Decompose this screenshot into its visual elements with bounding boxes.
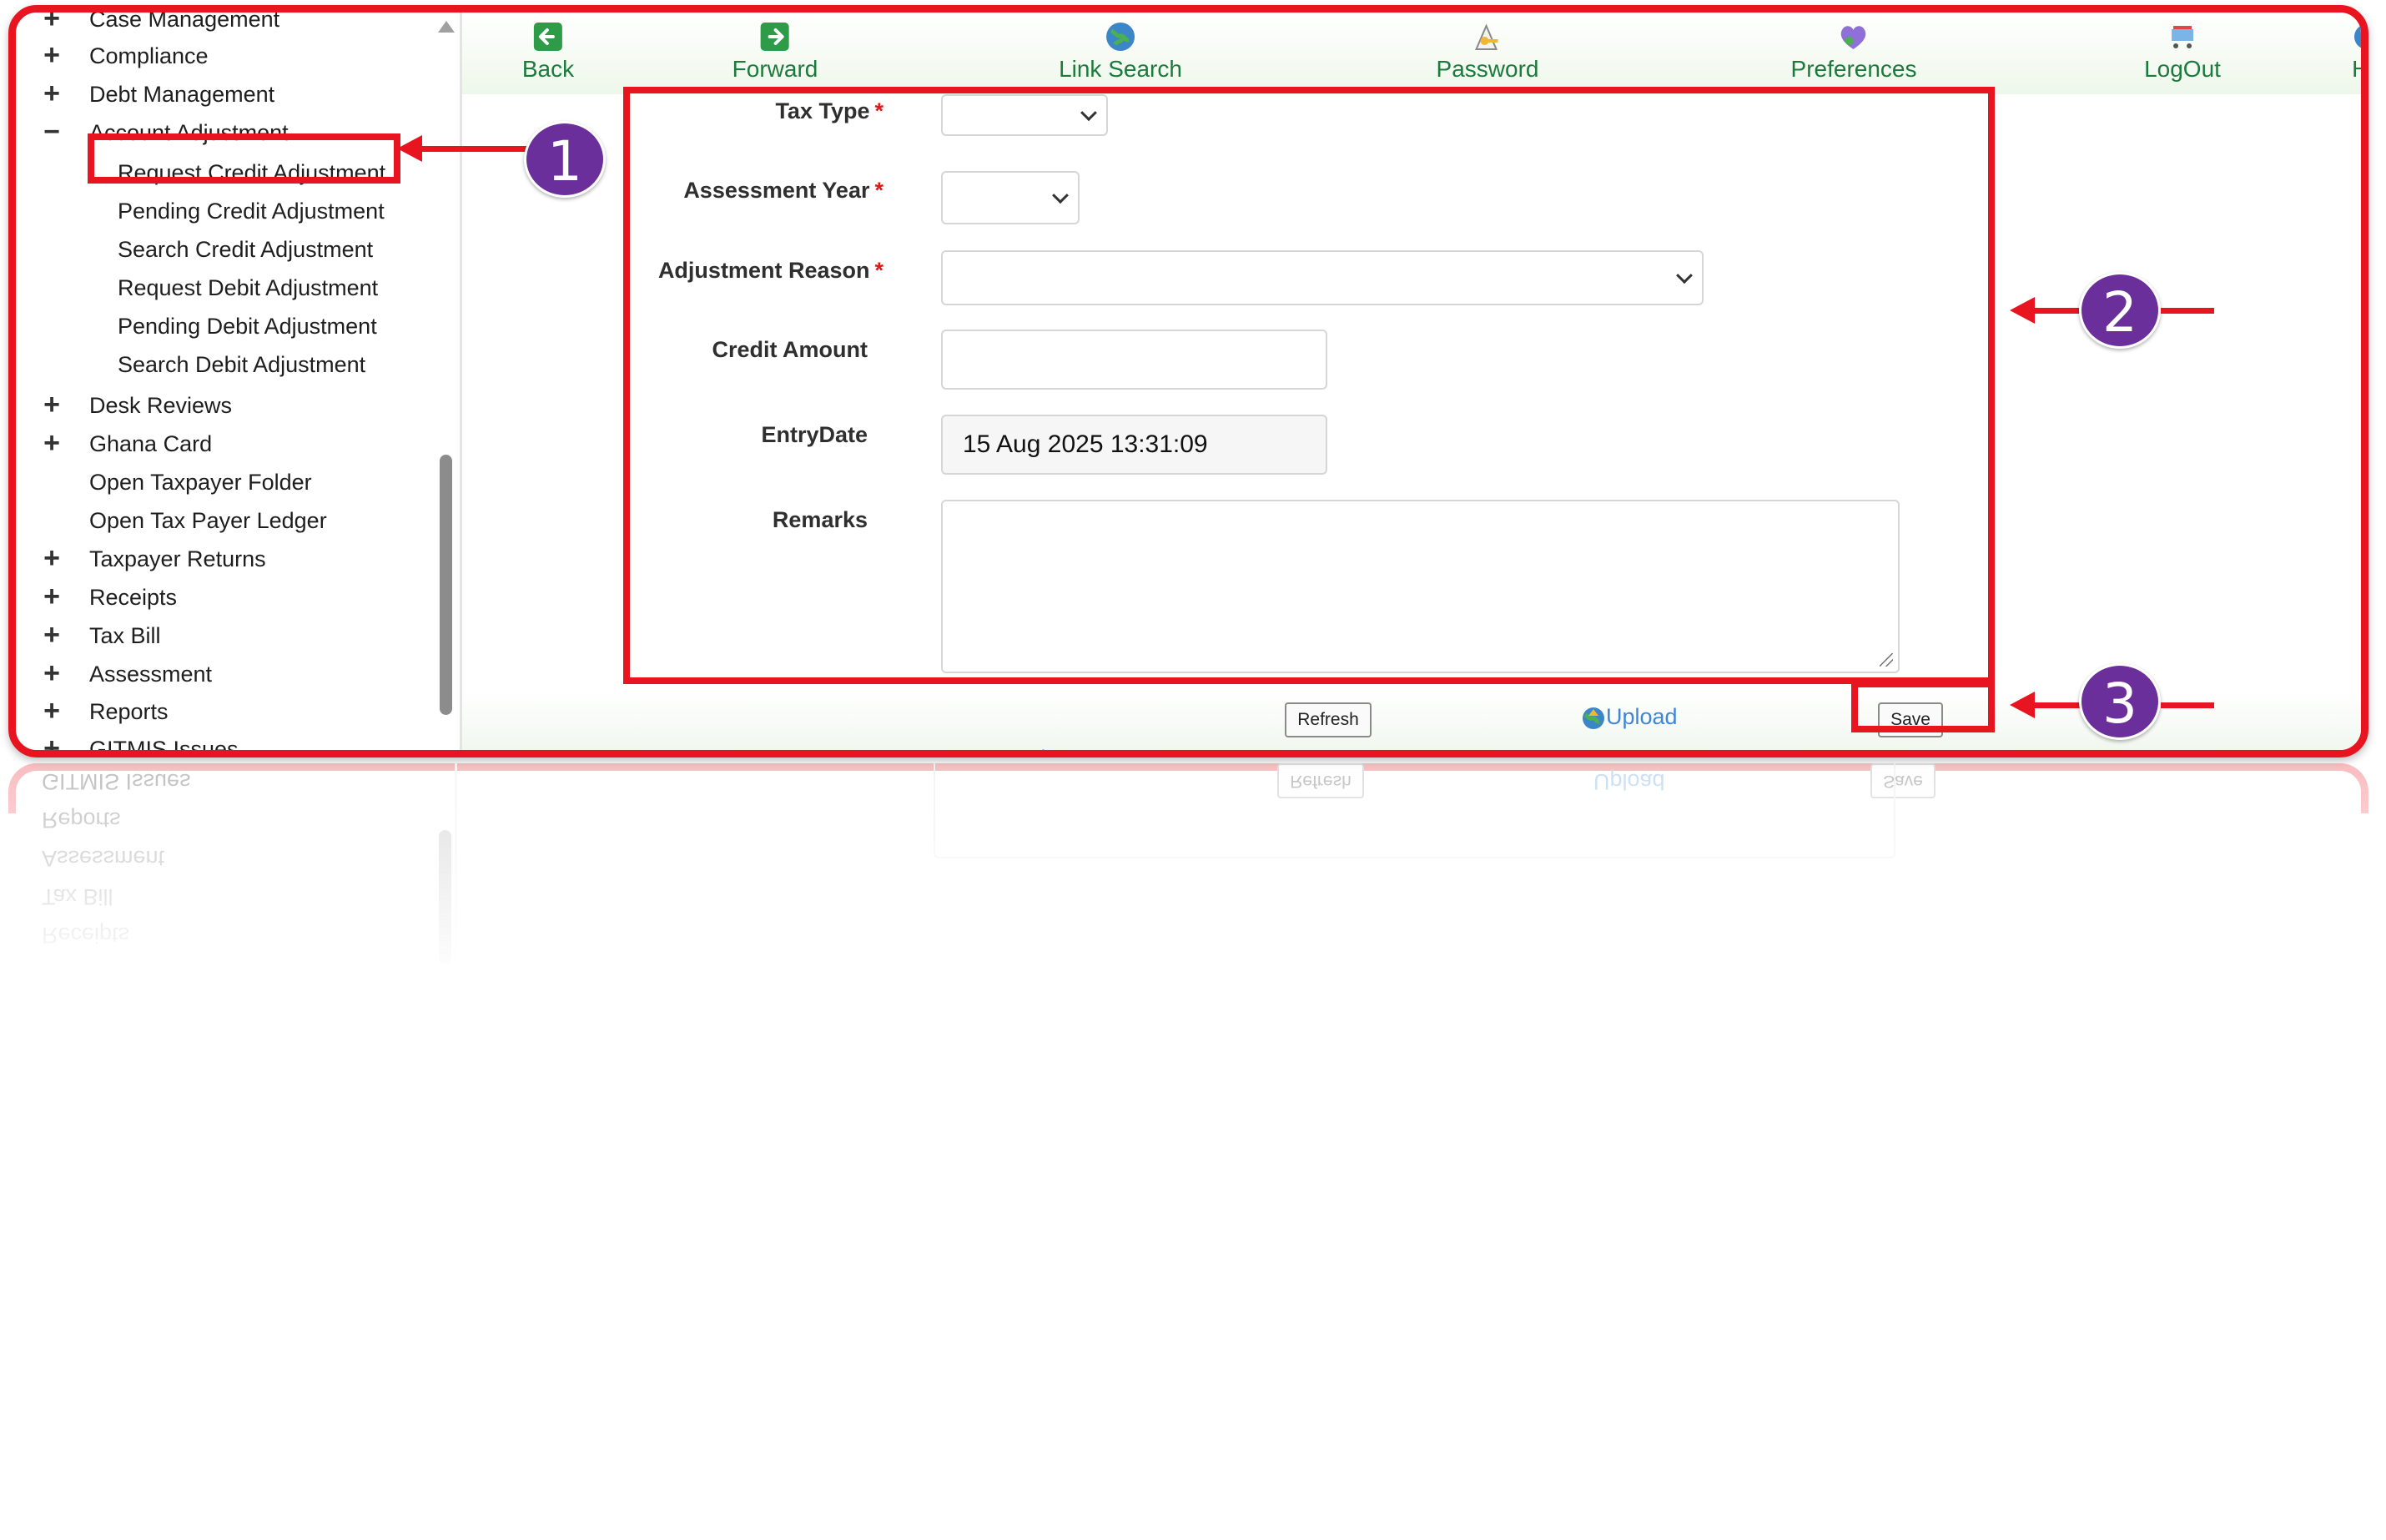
upload-label: Upload <box>1606 704 1678 729</box>
callout-badge-2: 2 <box>2079 272 2161 349</box>
sidebar-item-label: Assessment <box>89 662 213 687</box>
sidebar-item-search-debit-adjustment[interactable]: Search Debit Adjustment <box>118 351 365 378</box>
action-bar: Refresh Upload Save Search <box>462 692 2361 750</box>
sidebar-item-pending-debit-adjustment[interactable]: Pending Debit Adjustment <box>118 313 377 340</box>
reflection-sidebar-item: GITMIS Issues <box>42 769 191 794</box>
reflection-content: GITMIS Issues Reports Assessment Tax Bil… <box>8 763 2368 980</box>
upload-globe-icon <box>1583 707 1604 729</box>
reflection-sidebar-item: Receipts <box>42 923 130 948</box>
expand-icon[interactable]: + <box>41 13 63 33</box>
back-button[interactable]: Back <box>522 21 574 83</box>
sidebar-item-open-taxpayer-folder[interactable]: Open Taxpayer Folder <box>89 469 312 496</box>
callout-badge-3: 3 <box>2079 663 2161 740</box>
sidebar-item-open-tax-payer-ledger[interactable]: Open Tax Payer Ledger <box>89 507 327 534</box>
scroll-up-arrow-icon[interactable] <box>438 21 455 33</box>
preferences-heart-icon <box>1841 26 1866 49</box>
forward-label: Forward <box>732 56 818 82</box>
expand-icon[interactable]: + <box>41 390 63 419</box>
sidebar-item-label: Compliance <box>89 43 209 68</box>
expand-icon[interactable]: + <box>41 79 63 108</box>
scrollbar-thumb[interactable] <box>440 455 452 715</box>
sidebar-scrollbar[interactable] <box>438 21 455 750</box>
link-search-label: Link Search <box>1059 56 1182 82</box>
reflection-remarks-box <box>934 763 1895 858</box>
search-label: Search <box>982 746 1054 750</box>
callout-3-arrow-right <box>2161 702 2214 708</box>
sidebar-menu: + Case Management + Compliance + Debt Ma… <box>16 13 462 750</box>
search-link[interactable]: Search <box>957 746 1054 757</box>
refresh-button[interactable]: Refresh <box>1285 702 1372 737</box>
sidebar-item-pending-credit-adjustment[interactable]: Pending Credit Adjustment <box>118 198 385 224</box>
forward-button[interactable]: Forward <box>732 21 818 83</box>
expand-icon[interactable]: + <box>41 41 63 69</box>
expand-icon[interactable]: + <box>41 734 63 750</box>
preferences-button[interactable]: Preferences <box>1790 21 1917 83</box>
highlight-request-credit-adjustment <box>88 133 400 184</box>
help-button[interactable]: He <box>2351 21 2368 83</box>
back-arrow-icon <box>534 23 562 51</box>
sidebar-item-label: Desk Reviews <box>89 393 233 418</box>
search-magnifier-icon <box>957 748 982 757</box>
expand-icon[interactable]: + <box>41 659 63 687</box>
help-icon <box>2354 25 2361 48</box>
expand-icon[interactable]: + <box>41 697 63 725</box>
password-label: Password <box>1436 56 1539 82</box>
expand-icon[interactable]: + <box>41 582 63 611</box>
help-label: He <box>2352 56 2368 82</box>
back-label: Back <box>521 56 575 82</box>
logout-label: LogOut <box>2144 56 2221 82</box>
reflection-divider <box>455 763 457 980</box>
sidebar-item-label: Debt Management <box>89 82 275 107</box>
callout-badge-1: 1 <box>524 121 606 198</box>
password-key-icon <box>1475 23 1498 50</box>
window-reflection: GITMIS Issues Reports Assessment Tax Bil… <box>8 763 2368 980</box>
expand-icon[interactable]: + <box>41 429 63 457</box>
sidebar-item-label: Receipts <box>89 585 178 610</box>
top-toolbar: Back Forward Link Search Password Prefer… <box>462 13 2361 94</box>
globe-icon <box>1106 23 1135 51</box>
reflection-sidebar-item: Reports <box>42 808 121 833</box>
reflection-sidebar-item: Assessment <box>42 846 165 871</box>
reflection-scroll-thumb <box>439 830 451 964</box>
sidebar-item-label: Tax Bill <box>89 623 161 648</box>
callout-2-arrow-right <box>2161 308 2214 314</box>
logout-cart-icon <box>2171 26 2193 48</box>
forward-arrow-icon <box>760 23 789 51</box>
sidebar-item-search-credit-adjustment[interactable]: Search Credit Adjustment <box>118 236 373 263</box>
preferences-label: Preferences <box>1790 56 1917 82</box>
callout-1-arrow <box>417 146 534 152</box>
password-button[interactable]: Password <box>1436 21 1539 83</box>
sidebar-item-label: Ghana Card <box>89 431 213 456</box>
link-search-button[interactable]: Link Search <box>1059 21 1182 83</box>
highlight-form-fields <box>623 87 1995 684</box>
reflection-sidebar-item: Tax Bill <box>42 884 113 909</box>
expand-icon[interactable]: + <box>41 544 63 572</box>
upload-link[interactable]: Upload <box>1581 704 1678 731</box>
highlight-save-button <box>1851 681 1995 732</box>
sidebar-item-label: Case Management <box>89 7 280 32</box>
sidebar-item-label: Reports <box>89 699 169 724</box>
logout-button[interactable]: LogOut <box>2144 21 2221 83</box>
sidebar-item-label: Taxpayer Returns <box>89 546 266 571</box>
collapse-icon[interactable]: − <box>41 118 63 146</box>
expand-icon[interactable]: + <box>41 621 63 649</box>
sidebar-item-request-debit-adjustment[interactable]: Request Debit Adjustment <box>118 274 378 301</box>
sidebar-item-label: GITMIS Issues <box>89 737 239 757</box>
